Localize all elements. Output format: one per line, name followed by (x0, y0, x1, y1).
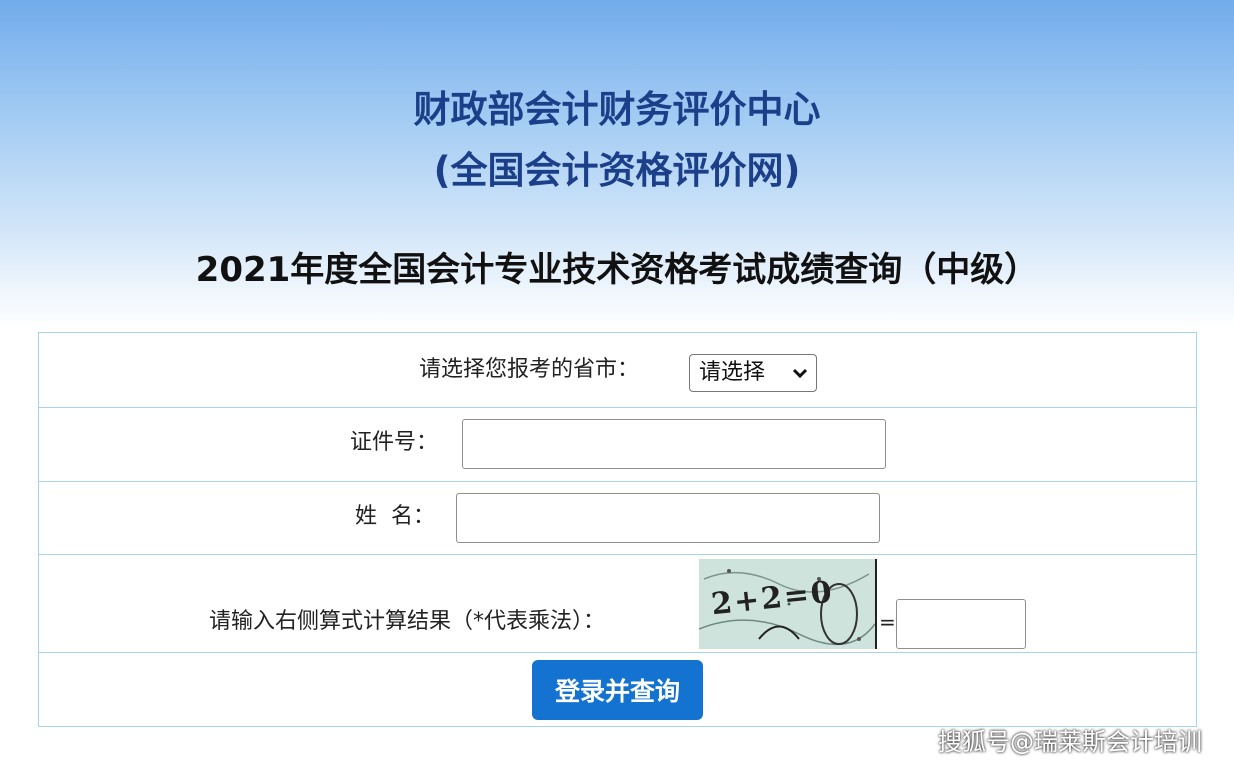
org-title-line1: 财政部会计财务评价中心 (413, 88, 821, 131)
org-title-line2: (全国会计资格评价网) (433, 149, 801, 192)
province-row: 请选择您报考的省市： 请选择 (39, 333, 1196, 408)
id-row: 证件号： (39, 408, 1196, 482)
login-query-button[interactable]: 登录并查询 (532, 660, 703, 720)
watermark: 搜狐号@瑞莱斯会计培训 (938, 728, 1202, 756)
query-form: 请选择您报考的省市： 请选择 证件号： 姓 名： 请输入右侧算式计算结果（*代表… (38, 332, 1197, 727)
province-select-value: 请选择 (699, 360, 766, 385)
captcha-label: 请输入右侧算式计算结果（*代表乘法）： (209, 609, 606, 634)
captcha-row: 请输入右侧算式计算结果（*代表乘法）： 2+2=0 = (39, 555, 1196, 653)
name-row: 姓 名： (39, 482, 1196, 555)
id-label: 证件号： (350, 430, 439, 455)
captcha-answer-input[interactable] (896, 599, 1026, 649)
equals-sign: = (879, 610, 896, 634)
submit-row: 登录并查询 (39, 653, 1196, 726)
captcha-image[interactable]: 2+2=0 (699, 559, 877, 649)
province-select[interactable]: 请选择 (689, 354, 817, 392)
exam-title: 2021年度全国会计专业技术资格考试成绩查询（中级） (195, 250, 1039, 290)
name-label: 姓 名： (355, 504, 435, 529)
name-input[interactable] (456, 493, 880, 543)
province-label: 请选择您报考的省市： (419, 357, 640, 382)
id-number-input[interactable] (462, 419, 886, 469)
chevron-down-icon (792, 368, 808, 379)
